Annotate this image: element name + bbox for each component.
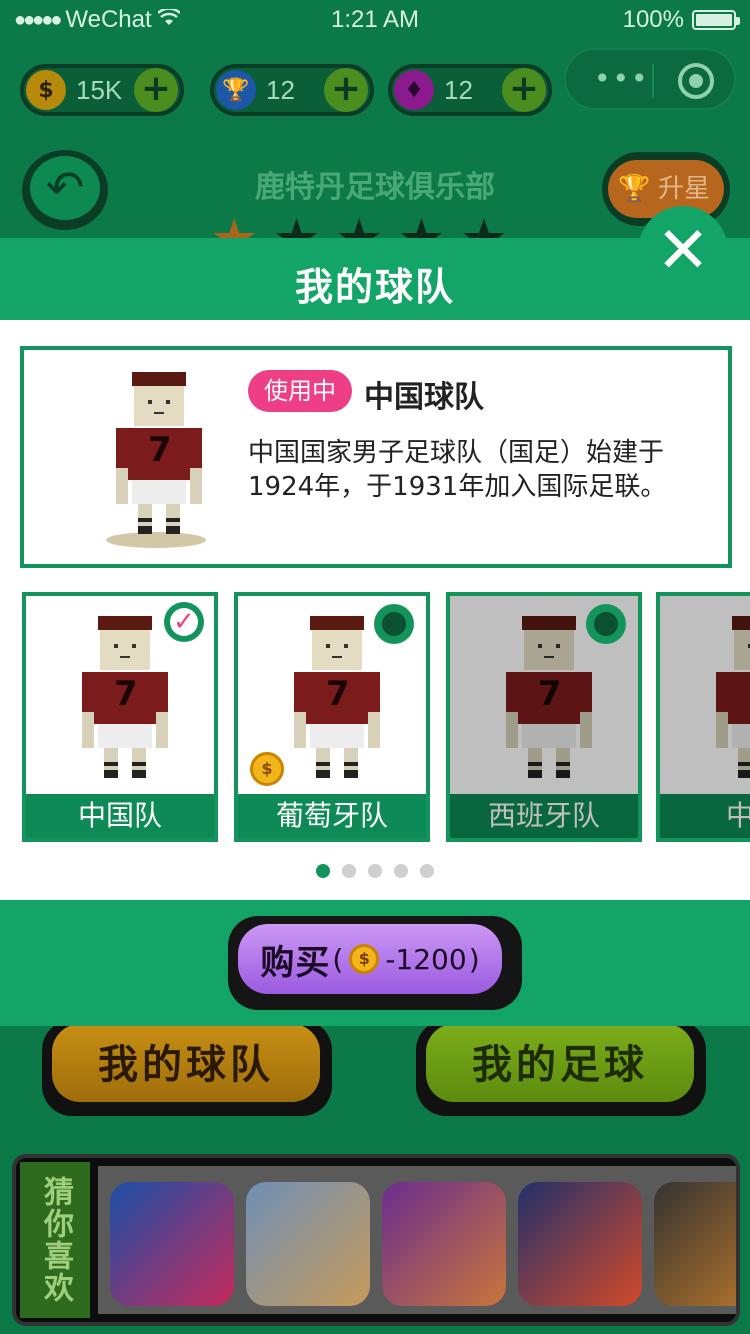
- coin-price-icon: $: [250, 752, 284, 786]
- unselected-radio-icon: [374, 604, 414, 644]
- recommended-apps: [98, 1166, 736, 1314]
- app-thumbnail[interactable]: [246, 1182, 370, 1306]
- trophy-value: 12: [266, 74, 295, 105]
- guess-you-like-panel: 猜你喜欢: [12, 1154, 740, 1326]
- gem-icon: ♦: [394, 70, 434, 110]
- battery-percent: 100%: [622, 6, 684, 33]
- coin-icon: $: [26, 70, 66, 110]
- player-figure: 7: [282, 616, 392, 796]
- carousel-pager: [0, 864, 750, 878]
- my-ball-button[interactable]: 我的足球: [416, 1020, 706, 1116]
- status-bar: ●●●●● WeChat 1:21 AM 100%: [0, 0, 750, 40]
- app-thumbnail[interactable]: [382, 1182, 506, 1306]
- app-thumbnail[interactable]: [654, 1182, 736, 1306]
- team-card-label: 葡萄牙队: [238, 794, 426, 838]
- locked-overlay: [660, 596, 750, 838]
- pager-dot[interactable]: [394, 864, 408, 878]
- trophy-counter: 🏆 12 +: [210, 64, 374, 116]
- pager-dot[interactable]: [342, 864, 356, 878]
- add-trophies-button[interactable]: +: [324, 68, 368, 112]
- coin-counter: $ 15K +: [20, 64, 184, 116]
- app-thumbnail[interactable]: [518, 1182, 642, 1306]
- modal-title: 我的球队: [294, 265, 455, 309]
- my-ball-label: 我的足球: [426, 1024, 694, 1102]
- battery-icon: [692, 10, 740, 30]
- close-miniprogram-icon[interactable]: [678, 63, 714, 99]
- coin-icon: $: [349, 944, 380, 974]
- buy-label: 购买: [260, 942, 331, 983]
- coin-value: 15K: [76, 74, 123, 105]
- jersey-number: 7: [148, 430, 172, 470]
- team-description: 中国国家男子足球队（国足）始建于1924年，于1931年加入国际足联。: [248, 438, 667, 502]
- add-gems-button[interactable]: +: [502, 68, 546, 112]
- team-card-partial[interactable]: 7 中国: [656, 592, 750, 842]
- guess-you-like-label: 猜你喜欢: [20, 1162, 90, 1318]
- selected-check-icon: ✓: [164, 602, 204, 642]
- player-figure: 7: [104, 372, 214, 552]
- modal-footer: 购买 ( $ -1200 ): [0, 900, 750, 1026]
- team-card-china[interactable]: 7 ✓ 中国队: [22, 592, 218, 842]
- gem-value: 12: [444, 74, 473, 105]
- more-icon[interactable]: •••: [594, 62, 650, 95]
- app-thumbnail[interactable]: [110, 1182, 234, 1306]
- unselected-radio-icon: [586, 604, 626, 644]
- trophy-icon: 🏆: [216, 70, 256, 110]
- close-icon: ✕: [656, 214, 710, 288]
- team-card-portugal[interactable]: 7 $ 葡萄牙队: [234, 592, 430, 842]
- gem-counter: ♦ 12 +: [388, 64, 552, 116]
- pager-dot[interactable]: [420, 864, 434, 878]
- miniprogram-capsule: •••: [564, 48, 736, 110]
- selected-team-name: 中国球队: [364, 380, 484, 415]
- in-use-badge: 使用中: [248, 370, 352, 412]
- team-carousel[interactable]: 7 ✓ 中国队 7 $ 葡萄牙队 7 西班牙队: [0, 590, 750, 844]
- buy-button[interactable]: 购买 ( $ -1200 ): [228, 916, 522, 1010]
- buy-price: -1200: [385, 942, 467, 976]
- team-card-label: 中国队: [26, 794, 214, 838]
- pager-dot[interactable]: [316, 864, 330, 878]
- close-button[interactable]: ✕: [638, 206, 728, 296]
- modal-body: 7 使用中 中国球队 中国国家男子足球队（国足）始建于1924年，于1931年加…: [0, 320, 750, 900]
- jersey-number: 7: [114, 674, 138, 714]
- add-coins-button[interactable]: +: [134, 68, 178, 112]
- player-figure: 7: [70, 616, 180, 796]
- selected-team-detail: 7 使用中 中国球队 中国国家男子足球队（国足）始建于1924年，于1931年加…: [20, 346, 732, 568]
- pager-dot[interactable]: [368, 864, 382, 878]
- my-team-button[interactable]: 我的球队: [42, 1020, 332, 1116]
- my-team-label: 我的球队: [52, 1024, 320, 1102]
- team-card-spain[interactable]: 7 西班牙队: [446, 592, 642, 842]
- jersey-number: 7: [326, 674, 350, 714]
